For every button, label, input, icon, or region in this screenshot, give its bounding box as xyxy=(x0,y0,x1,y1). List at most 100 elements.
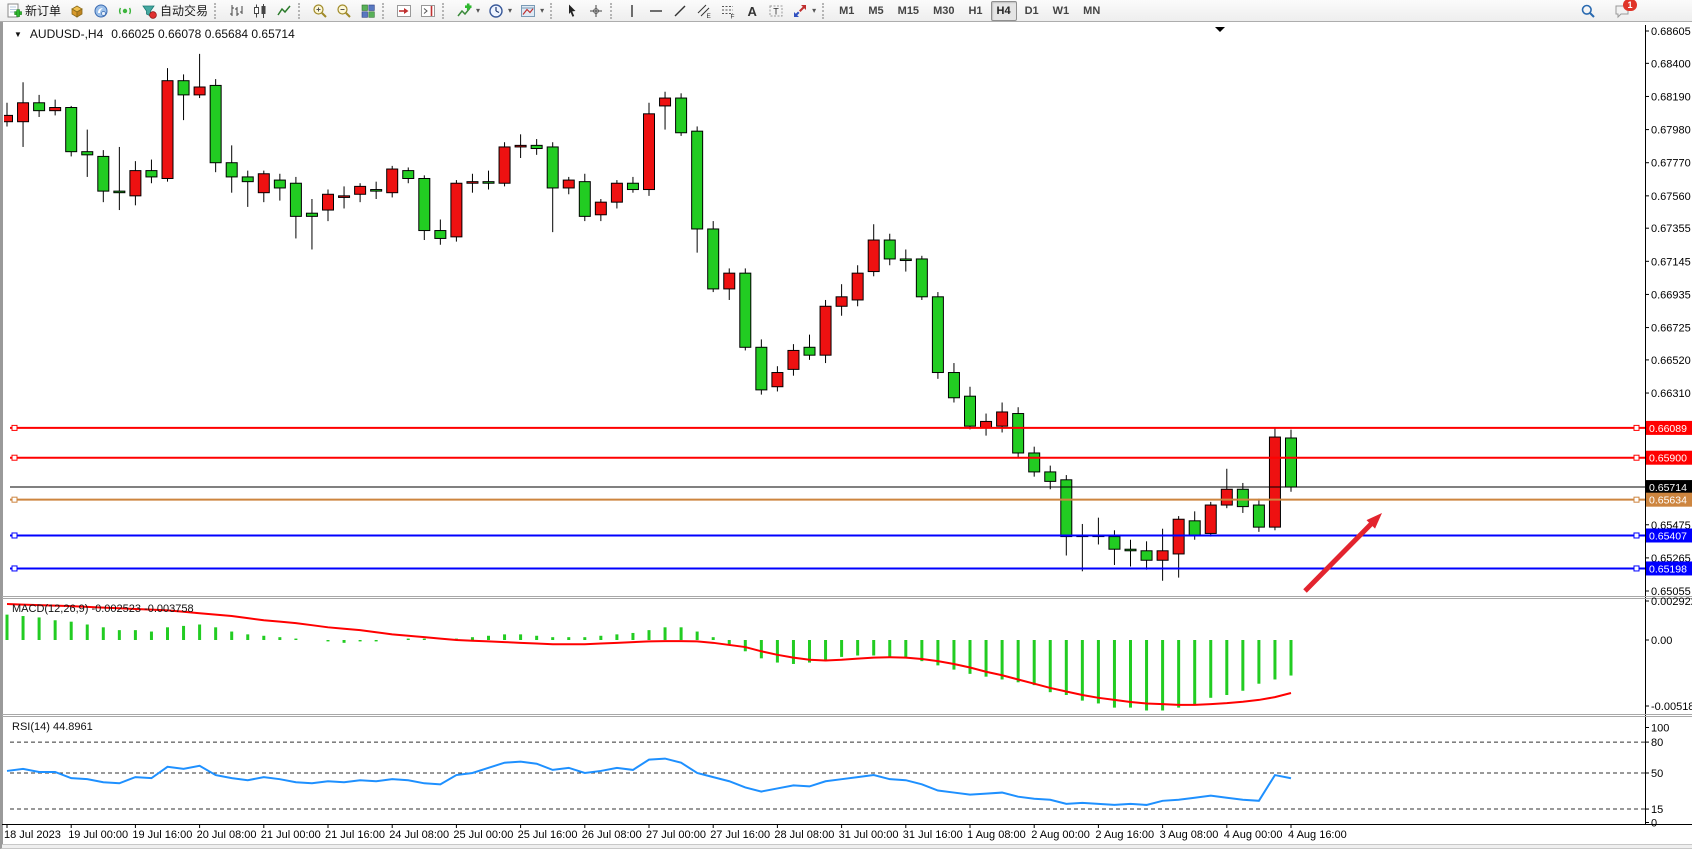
svg-text:E: E xyxy=(707,13,712,19)
text-button[interactable]: A xyxy=(740,0,764,21)
chart-canvas[interactable]: 0.686050.684000.681900.679800.677700.675… xyxy=(2,22,1692,848)
autotrading-button[interactable]: 自动交易 xyxy=(137,0,212,21)
candle-body xyxy=(419,178,430,230)
line-end-marker[interactable] xyxy=(1634,455,1639,460)
candle-body xyxy=(210,85,221,162)
line-end-marker[interactable] xyxy=(12,455,17,460)
toolbar-separator xyxy=(214,3,221,19)
chart-window[interactable]: ▼ AUDUSD-,H4 0.66025 0.66078 0.65684 0.6… xyxy=(0,22,1692,849)
market-depth-button[interactable] xyxy=(65,0,89,21)
candle-body xyxy=(371,190,382,192)
periods-button[interactable]: ▾ xyxy=(484,0,516,21)
candle-body xyxy=(403,171,414,179)
tf-w1-button[interactable]: W1 xyxy=(1047,1,1076,21)
candle-body xyxy=(900,259,911,261)
signal-icon xyxy=(117,3,133,19)
indicators-button[interactable]: ▾ xyxy=(452,0,484,21)
text-label-button[interactable]: T xyxy=(764,0,788,21)
line-end-marker[interactable] xyxy=(1634,533,1639,538)
tile-windows-icon xyxy=(360,3,376,19)
toolbar-separator xyxy=(298,3,305,19)
time-tick-label: 2 Aug 16:00 xyxy=(1095,829,1154,841)
line-end-marker[interactable] xyxy=(12,566,17,571)
auto-scroll-button[interactable] xyxy=(392,0,416,21)
zoom-in-button[interactable] xyxy=(308,0,332,21)
price-tick-label: 0.67770 xyxy=(1651,158,1691,170)
candle-body xyxy=(66,108,77,152)
signals-button[interactable] xyxy=(113,0,137,21)
cursor-button[interactable] xyxy=(560,0,584,21)
dropdown-caret-icon[interactable]: ▾ xyxy=(812,6,816,15)
zoom-out-button[interactable] xyxy=(332,0,356,21)
price-tick-label: 0.66310 xyxy=(1651,388,1691,400)
price-tick-label: 0.67980 xyxy=(1651,125,1691,137)
candle-body xyxy=(130,171,141,196)
chart-shift-button[interactable] xyxy=(416,0,440,21)
channel-icon: E xyxy=(696,3,712,19)
candles-icon xyxy=(252,3,268,19)
new-order-button[interactable]: 新订单 xyxy=(2,0,65,21)
candle-body xyxy=(1109,537,1120,550)
text-a-icon: A xyxy=(744,3,760,19)
line-end-marker[interactable] xyxy=(12,425,17,430)
fibonacci-button[interactable]: F xyxy=(716,0,740,21)
line-chart-button[interactable] xyxy=(272,0,296,21)
candle-body xyxy=(1061,480,1072,537)
auto-scroll-icon xyxy=(396,3,412,19)
tf-h4-button[interactable]: H4 xyxy=(991,1,1017,21)
line-end-marker[interactable] xyxy=(12,497,17,502)
rsi-scale-label: 100 xyxy=(1651,723,1669,735)
equidistant-channel-button[interactable]: E xyxy=(692,0,716,21)
macd-scale-label: -0.005189 xyxy=(1651,701,1692,713)
trendline-button[interactable] xyxy=(668,0,692,21)
tf-d1-button[interactable]: D1 xyxy=(1019,1,1045,21)
arrows-button[interactable]: ▾ xyxy=(788,0,820,21)
crosshair-button[interactable] xyxy=(584,0,608,21)
metaeditor-button[interactable] xyxy=(89,0,113,21)
svg-text:A: A xyxy=(748,4,758,19)
macd-scale-label: 0.00 xyxy=(1651,635,1672,647)
bar-chart-button[interactable] xyxy=(224,0,248,21)
line-end-marker[interactable] xyxy=(12,533,17,538)
tf-h1-button[interactable]: H1 xyxy=(962,1,988,21)
dropdown-caret-icon[interactable]: ▾ xyxy=(476,6,480,15)
time-tick-label: 31 Jul 00:00 xyxy=(839,829,899,841)
line-end-marker[interactable] xyxy=(1634,497,1639,502)
line-end-marker[interactable] xyxy=(1634,566,1639,571)
candle-body xyxy=(114,191,125,193)
rsi-scale-label: 0 xyxy=(1651,818,1657,830)
dropdown-caret-icon[interactable]: ▾ xyxy=(540,6,544,15)
notification-badge: 1 xyxy=(1623,0,1637,11)
tf-m1-button[interactable]: M1 xyxy=(833,1,860,21)
chart-shift-icon xyxy=(420,3,436,19)
horizontal-line-button[interactable] xyxy=(644,0,668,21)
toolbar-separator xyxy=(610,3,617,19)
candle-body xyxy=(226,163,237,177)
tf-m5-button[interactable]: M5 xyxy=(862,1,889,21)
dropdown-caret-icon[interactable]: ▾ xyxy=(508,6,512,15)
application-window: 新订单 自动交易 ▾ ▾ ▾ EFAT ▾ M1M5M15M30H1H4D1W1MN 1 ▼ A… xyxy=(0,0,1692,849)
notifications-button[interactable]: 1 xyxy=(1610,0,1634,21)
template-icon xyxy=(520,3,536,19)
search-button[interactable] xyxy=(1576,0,1600,21)
candle-body xyxy=(676,98,687,133)
line-end-marker[interactable] xyxy=(1634,425,1639,430)
tf-m30-button[interactable]: M30 xyxy=(927,1,960,21)
vertical-line-button[interactable] xyxy=(620,0,644,21)
templates-button[interactable]: ▾ xyxy=(516,0,548,21)
candlestick-button[interactable] xyxy=(248,0,272,21)
tf-m15-button[interactable]: M15 xyxy=(892,1,925,21)
time-tick-label: 28 Jul 08:00 xyxy=(774,829,834,841)
candle-body xyxy=(290,183,301,216)
candle-body xyxy=(1173,519,1184,554)
candle-body xyxy=(34,103,45,111)
price-tick-label: 0.66725 xyxy=(1651,323,1691,335)
candle-body xyxy=(1029,453,1040,472)
candle-body xyxy=(820,306,831,355)
tile-windows-button[interactable] xyxy=(356,0,380,21)
zoom-out-icon xyxy=(336,3,352,19)
chevron-down-icon[interactable]: ▼ xyxy=(14,30,22,39)
candle-body xyxy=(323,194,334,210)
text-label-icon: T xyxy=(768,3,784,19)
tf-mn-button[interactable]: MN xyxy=(1077,1,1106,21)
